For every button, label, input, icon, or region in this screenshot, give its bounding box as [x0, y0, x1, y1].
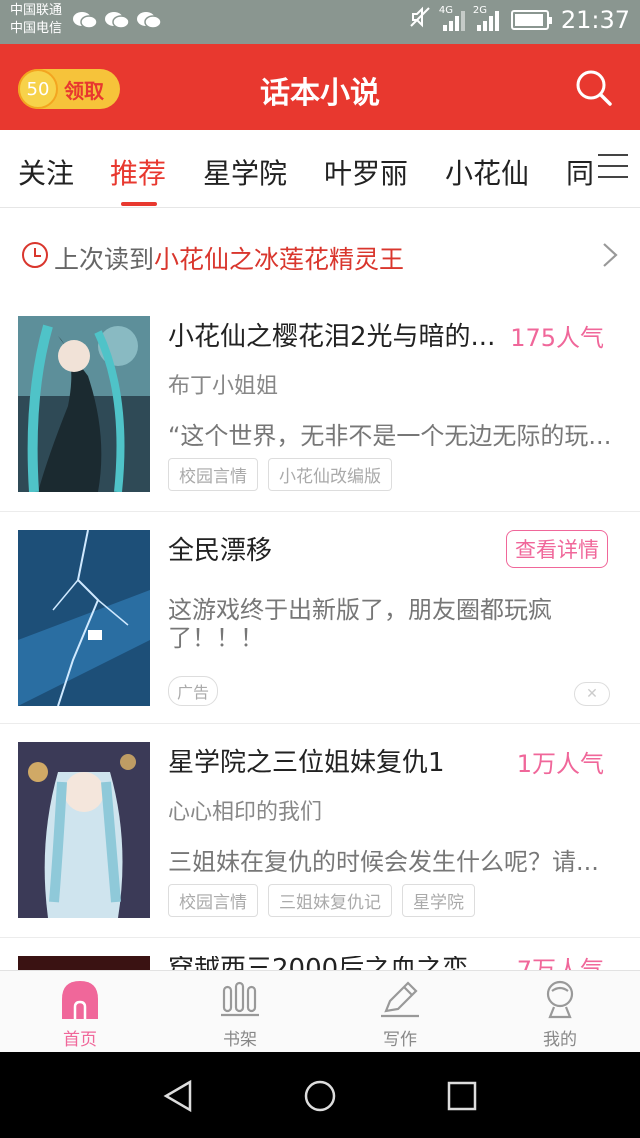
- book-description: “这个世界，无非不是一个无边无际的玩...: [168, 422, 612, 450]
- carrier-1: 中国联通: [10, 3, 63, 18]
- tab-xiaohuaxian[interactable]: 小花仙: [445, 152, 529, 192]
- book-cover[interactable]: [18, 742, 150, 918]
- net-type-1: 4G: [438, 5, 453, 16]
- book-card[interactable]: 小花仙之樱花泪2光与暗的... 175人气 布丁小姐姐 “这个世界，无非不是一个…: [0, 316, 640, 512]
- status-bar: 中国联通 中国电信 4G 2G 21:37: [0, 0, 640, 44]
- tab-yeluoli[interactable]: 叶罗丽: [324, 152, 408, 192]
- nav-label: 写作: [383, 1030, 417, 1050]
- book-title: 穿越西三2000后之血之恋: [168, 956, 498, 970]
- signal-2g-icon: 2G: [473, 5, 499, 31]
- book-author: 布丁小姐姐: [168, 374, 279, 399]
- book-description: 三姐妹在复仇的时候会发生什么呢？请...: [168, 848, 599, 876]
- wechat-notification-icon: [72, 10, 98, 35]
- ad-description: 这游戏终于出新版了，朋友圈都玩疯了！！！: [168, 596, 552, 652]
- bookshelf-icon: [220, 979, 260, 1019]
- nav-label: 我的: [543, 1030, 577, 1050]
- book-card[interactable]: 星学院之三位姐妹复仇1 1万人气 心心相印的我们 三姐妹在复仇的时候会发生什么呢…: [0, 742, 640, 938]
- book-tag[interactable]: 小花仙改编版: [268, 458, 392, 491]
- app-title: 话本小说: [260, 76, 380, 111]
- active-tab-indicator: [121, 202, 157, 206]
- ad-title: 全民漂移: [168, 536, 273, 566]
- last-read-prefix: 上次读到: [54, 245, 155, 274]
- nav-bookshelf[interactable]: 书架: [200, 979, 280, 1050]
- tab-menu-icon[interactable]: [598, 154, 628, 180]
- last-read-bar[interactable]: 上次读到 小花仙之冰莲花精灵王: [0, 228, 640, 284]
- nav-profile[interactable]: 我的: [520, 979, 600, 1050]
- recent-apps-icon[interactable]: [444, 1078, 480, 1114]
- book-tag[interactable]: 三姐妹复仇记: [268, 884, 392, 917]
- profile-icon: [540, 979, 580, 1019]
- ad-badge: 广告: [168, 676, 219, 706]
- ad-card[interactable]: 全民漂移 查看详情 这游戏终于出新版了，朋友圈都玩疯了！！！ 广告 ✕: [0, 530, 640, 724]
- mute-icon: [409, 6, 431, 34]
- tab-tong[interactable]: 同: [566, 152, 594, 192]
- carrier-2: 中国电信: [10, 21, 63, 36]
- nav-write[interactable]: 写作: [360, 979, 440, 1050]
- book-card[interactable]: 穿越西三2000后之血之恋 7万人气: [0, 956, 640, 970]
- net-type-2: 2G: [472, 5, 487, 16]
- book-popularity: 175人气: [510, 324, 604, 352]
- book-tag[interactable]: 校园言情: [168, 884, 258, 917]
- book-title: 星学院之三位姐妹复仇1: [168, 748, 445, 778]
- clock-icon: [22, 242, 48, 268]
- wechat-notification-icon: [136, 10, 162, 35]
- battery-icon: [510, 10, 552, 30]
- book-popularity: 7万人气: [516, 956, 604, 970]
- chevron-right-icon: [603, 243, 618, 267]
- nav-home[interactable]: 首页: [40, 979, 120, 1050]
- pencil-icon: [380, 979, 420, 1019]
- last-read-book[interactable]: 小花仙之冰莲花精灵王: [154, 240, 404, 276]
- home-circle-icon[interactable]: [302, 1078, 338, 1114]
- book-author: 心心相印的我们: [168, 800, 323, 825]
- book-tag[interactable]: 校园言情: [168, 458, 258, 491]
- tab-recommend[interactable]: 推荐: [110, 152, 166, 192]
- back-icon[interactable]: [160, 1078, 196, 1114]
- clock-time: 21:37: [560, 6, 630, 34]
- book-cover[interactable]: [18, 956, 150, 970]
- search-icon[interactable]: [574, 68, 614, 108]
- signal-4g-icon: 4G: [439, 5, 465, 31]
- home-icon: [60, 979, 100, 1019]
- book-popularity: 1万人气: [516, 750, 604, 778]
- book-tags: 校园言情 小花仙改编版: [168, 458, 392, 491]
- system-navigation-bar: [0, 1052, 640, 1138]
- book-cover[interactable]: [18, 316, 150, 492]
- carrier-info: 中国联通 中国电信: [10, 2, 62, 38]
- tab-star-academy[interactable]: 星学院: [203, 152, 287, 192]
- book-title: 小花仙之樱花泪2光与暗的...: [168, 322, 496, 352]
- book-tag[interactable]: 星学院: [402, 884, 475, 917]
- close-ad-icon[interactable]: ✕: [574, 682, 610, 706]
- nav-label: 首页: [63, 1030, 97, 1050]
- wechat-notification-icon: [104, 10, 130, 35]
- view-details-button[interactable]: 查看详情: [506, 530, 608, 568]
- nav-label: 书架: [223, 1030, 257, 1050]
- ad-image[interactable]: [18, 530, 150, 706]
- book-tags: 校园言情 三姐妹复仇记 星学院: [168, 884, 475, 917]
- category-tabs: 关注 推荐 星学院 叶罗丽 小花仙 同: [0, 130, 640, 208]
- bottom-navigation: 首页 书架 写作 我的: [0, 970, 640, 1052]
- tab-follow[interactable]: 关注: [18, 152, 74, 192]
- app-header: 50 领取 话本小说: [0, 44, 640, 130]
